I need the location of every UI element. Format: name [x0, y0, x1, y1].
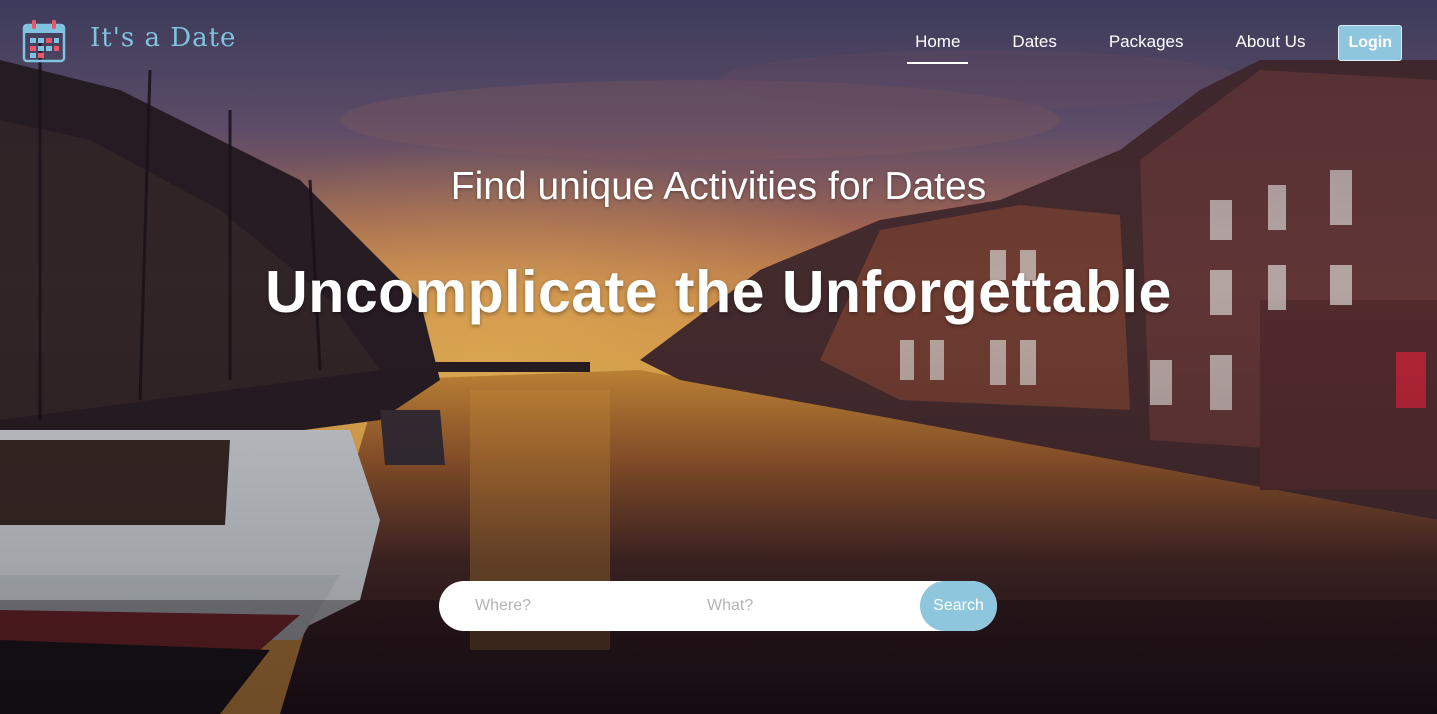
nav-item-dates[interactable]: Dates	[1004, 22, 1064, 64]
search-bar: Search	[439, 581, 997, 631]
login-button[interactable]: Login	[1338, 25, 1402, 61]
brand-logo[interactable]: It's a Date	[22, 19, 236, 63]
main-nav: Home Dates Packages About Us Login	[871, 22, 1402, 64]
nav-item-about-us[interactable]: About Us	[1228, 22, 1314, 64]
search-button[interactable]: Search	[920, 581, 997, 631]
what-input[interactable]	[692, 581, 909, 631]
nav-item-home[interactable]: Home	[907, 22, 969, 64]
hero-subtitle: Find unique Activities for Dates	[450, 165, 987, 208]
where-input[interactable]	[439, 581, 692, 631]
calendar-icon	[22, 20, 66, 63]
nav-item-packages[interactable]: Packages	[1101, 22, 1192, 64]
hero-headline: Uncomplicate the Unforgettable	[265, 259, 1172, 325]
brand-name: It's a Date	[90, 23, 237, 53]
hero-section: It's a Date Home Dates Packages About Us…	[0, 0, 1437, 714]
